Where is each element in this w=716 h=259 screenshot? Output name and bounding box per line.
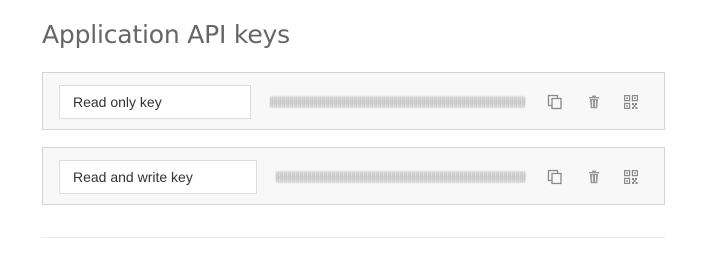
delete-key-button[interactable] [584, 92, 604, 112]
api-keys-section: Application API keys Read only key Read … [0, 0, 716, 259]
trash-icon [587, 170, 601, 184]
qr-code-icon [624, 170, 638, 184]
key-value-obscured [276, 171, 526, 183]
copy-key-button[interactable] [545, 92, 565, 112]
trash-icon [587, 95, 601, 109]
delete-key-button[interactable] [584, 167, 604, 187]
key-name-field[interactable]: Read only key [59, 85, 251, 119]
qr-code-icon [624, 95, 638, 109]
copy-icon [547, 94, 563, 110]
page-title: Application API keys [42, 20, 290, 49]
api-key-row-read-only: Read only key [42, 72, 665, 130]
key-name-field[interactable]: Read and write key [59, 160, 257, 194]
qr-code-button[interactable] [621, 92, 641, 112]
qr-code-button[interactable] [621, 167, 641, 187]
copy-key-button[interactable] [545, 167, 565, 187]
copy-icon [547, 169, 563, 185]
key-value-obscured [270, 96, 525, 108]
section-divider [42, 237, 665, 238]
api-key-row-read-write: Read and write key [42, 147, 665, 205]
